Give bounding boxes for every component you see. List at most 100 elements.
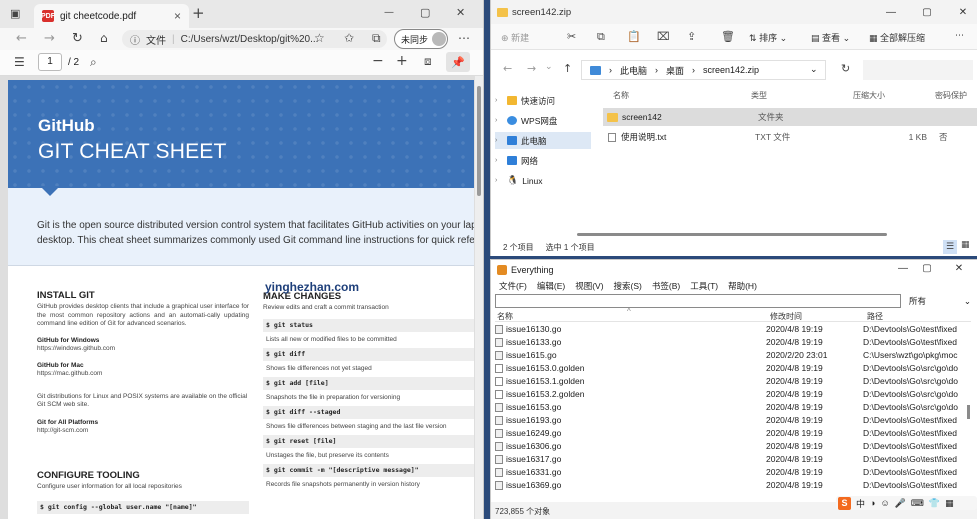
horizontal-scrollbar[interactable] [577, 233, 887, 236]
result-row[interactable]: issue16331.go 2020/4/8 19:19 D:\Devtools\G… [495, 466, 965, 479]
chevron-down-icon[interactable]: ⌄ [810, 64, 818, 75]
emoji-icon[interactable]: ☺ [880, 498, 889, 508]
forward-icon[interactable]: → [44, 31, 55, 46]
more-icon[interactable]: ⋯ [458, 31, 470, 45]
column-size[interactable]: 压缩大小 [853, 90, 885, 101]
sidebar-label: 此电脑 [521, 135, 547, 146]
pdf-viewer[interactable]: GitHub GIT CHEAT SHEET Git is the open s… [0, 76, 483, 519]
breadcrumb-item[interactable]: 此电脑 [620, 64, 647, 77]
go-file-icon [495, 350, 503, 360]
result-time: 2020/4/8 19:19 [766, 389, 823, 400]
favorites-icon[interactable]: ✩ [344, 31, 354, 45]
microphone-icon[interactable]: 🎤 [895, 498, 906, 509]
refresh-icon[interactable]: ↻ [841, 62, 850, 75]
more-icon[interactable]: ⋯ [955, 30, 964, 41]
result-row[interactable]: issue16153.2.golden 2020/4/8 19:19 D:\Devt… [495, 388, 965, 401]
pdf-scroll-thumb[interactable] [477, 86, 481, 196]
result-path: D:\Devtools\Go\test\fixed [863, 324, 958, 335]
go-file-icon [495, 441, 503, 451]
tiles-view-icon[interactable]: ▦ [961, 240, 970, 250]
back-icon[interactable]: ← [16, 31, 27, 46]
result-name: issue16249.go [506, 428, 562, 439]
cut-icon[interactable]: ✂ [567, 30, 576, 43]
profile-button[interactable]: 未同步 [394, 29, 448, 49]
punctuation-icon[interactable]: ◑ [870, 498, 875, 508]
toolbox-icon[interactable]: ▦ [945, 498, 954, 509]
details-view-icon[interactable]: ☰ [943, 240, 957, 254]
close-button[interactable]: ✕ [947, 0, 977, 24]
find-icon[interactable]: ⌕ [90, 55, 97, 70]
sidebar-item-quick-access[interactable]: › 快速访问 [495, 92, 591, 109]
forward-icon[interactable]: → [527, 62, 536, 75]
maximize-button[interactable]: ▢ [420, 6, 430, 19]
result-row[interactable]: issue16153.0.golden 2020/4/8 19:19 D:\Devt… [495, 362, 965, 375]
result-row[interactable]: issue16133.go 2020/4/8 19:19 D:\Devtools\G… [495, 336, 965, 349]
result-row[interactable]: issue16193.go 2020/4/8 19:19 D:\Devtools\G… [495, 414, 965, 427]
contents-icon[interactable]: ☰ [14, 55, 25, 69]
maximize-button[interactable]: ▢ [911, 0, 943, 24]
results-scrollbar[interactable] [967, 405, 970, 419]
close-button[interactable]: ✕ [456, 6, 465, 19]
result-row[interactable]: issue16153.go 2020/4/8 19:19 D:\Devtools\G… [495, 401, 965, 414]
zoom-in-icon[interactable]: + [396, 53, 408, 69]
column-type[interactable]: 类型 [751, 90, 767, 101]
fit-page-icon[interactable]: ⧈ [424, 54, 432, 69]
file-protect: 否 [939, 132, 948, 142]
all-platforms-heading: Git for All Platforms [37, 418, 99, 426]
result-row[interactable]: issue16317.go 2020/4/8 19:19 D:\Devtools\G… [495, 453, 965, 466]
rename-icon[interactable]: ⌧ [657, 30, 670, 43]
sidebar-item-this-pc[interactable]: › 此电脑 [495, 132, 591, 149]
delete-icon[interactable]: 🗑 [721, 30, 735, 43]
share-icon[interactable]: ⇪ [687, 30, 696, 43]
extract-all-button[interactable]: ▦ 全部解压缩 [869, 31, 925, 44]
page-number-input[interactable]: 1 [38, 53, 62, 71]
file-row[interactable]: screen142 文件夹 [603, 108, 977, 126]
sogou-logo-icon[interactable]: S [838, 496, 851, 510]
skin-icon[interactable]: 👕 [929, 498, 940, 509]
column-protect[interactable]: 密码保护 [935, 90, 967, 101]
pin-icon[interactable]: 📌 [446, 52, 470, 72]
result-row[interactable]: issue16306.go 2020/4/8 19:19 D:\Devtools\G… [495, 440, 965, 453]
home-icon[interactable]: ⌂ [100, 31, 108, 45]
favorite-add-icon[interactable]: ☆ [314, 31, 325, 45]
command-bar: ⊕ 新建 ✂ ⧉ 📋 ⌧ ⇪ 🗑 ⇅ 排序 ⌄ ▤ 查看 ⌄ ▦ 全部解压缩 ⋯ [491, 24, 977, 50]
result-row[interactable]: issue1615.go 2020/2/20 23:01 C:\Users\wzt\… [495, 349, 965, 362]
result-row[interactable]: issue16249.go 2020/4/8 19:19 D:\Devtools\G… [495, 427, 965, 440]
up-icon[interactable]: ↑ [563, 62, 572, 75]
breadcrumb[interactable]: › 此电脑 › 桌面 › screen142.zip ⌄ [581, 60, 826, 80]
result-row[interactable]: issue16130.go 2020/4/8 19:19 D:\Devtools\G… [495, 323, 965, 336]
ime-language[interactable]: 中 [856, 497, 865, 510]
results-list[interactable]: issue16130.go 2020/4/8 19:19 D:\Devtools\G… [491, 260, 977, 500]
zoom-out-icon[interactable]: − [372, 53, 384, 69]
tab-actions-icon[interactable]: ▣ [10, 7, 20, 20]
result-path: D:\Devtools\Go\src\go\do [863, 389, 958, 400]
back-icon[interactable]: ← [503, 62, 512, 75]
sidebar-item-wps[interactable]: › WPS网盘 [495, 112, 591, 129]
keyboard-icon[interactable]: ⌨ [911, 498, 924, 509]
refresh-icon[interactable]: ↻ [72, 31, 83, 46]
tab-close-icon[interactable]: × [174, 9, 181, 23]
column-name[interactable]: 名称 [613, 90, 629, 101]
recent-dropdown-icon[interactable]: ⌄ [545, 62, 553, 72]
search-input[interactable] [863, 60, 973, 80]
breadcrumb-item[interactable]: screen142.zip [703, 65, 759, 75]
paste-icon[interactable]: 📋 [627, 30, 641, 43]
minimize-button[interactable]: — [875, 0, 907, 24]
collections-icon[interactable]: ⧉ [372, 31, 381, 46]
sidebar-item-linux[interactable]: › 🐧 Linux [495, 172, 591, 189]
sort-button[interactable]: ⇅ 排序 ⌄ [749, 31, 787, 44]
sidebar-item-network[interactable]: › 网络 [495, 152, 591, 169]
result-row[interactable]: issue16153.1.golden 2020/4/8 19:19 D:\Devt… [495, 375, 965, 388]
tab-bar: ▣ PDF git cheetcode.pdf × + — ▢ ✕ [0, 0, 483, 28]
new-button[interactable]: ⊕ 新建 [501, 31, 529, 44]
item-count: 2 个项目 [503, 242, 534, 252]
new-tab-button[interactable]: + [192, 4, 205, 22]
breadcrumb-item[interactable]: 桌面 [666, 64, 684, 77]
result-row[interactable]: issue16369.go 2020/4/8 19:19 D:\Devtools\G… [495, 479, 965, 492]
copy-icon[interactable]: ⧉ [597, 30, 605, 44]
file-row[interactable]: 使用说明.txt TXT 文件 1 KB 否 [603, 128, 977, 146]
view-button[interactable]: ▤ 查看 ⌄ [811, 31, 850, 44]
minimize-button[interactable]: — [384, 7, 394, 18]
result-path: D:\Devtools\Go\test\fixed [863, 480, 958, 491]
tab-pdf[interactable]: PDF git cheetcode.pdf × [34, 4, 189, 28]
